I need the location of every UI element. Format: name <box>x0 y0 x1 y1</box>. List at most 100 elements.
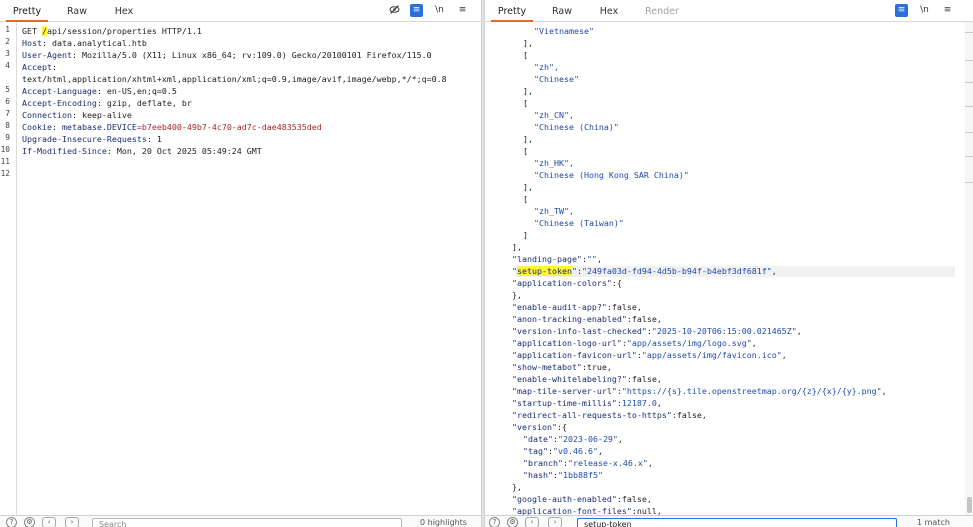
line-number: 2 <box>5 37 10 46</box>
response-line: ] <box>523 229 528 241</box>
code-token: "google-auth-enabled" <box>512 494 617 504</box>
code-token: "Chinese (Hong Kong SAR China)" <box>534 170 689 180</box>
request-tab-pretty[interactable]: Pretty <box>6 0 48 22</box>
code-token: "zh_CN", <box>534 110 574 120</box>
code-token: :{ <box>556 422 567 432</box>
code-token: [ <box>523 146 528 156</box>
response-match-count: 1 match <box>917 518 950 527</box>
code-token: "release-x.46.x" <box>567 458 648 468</box>
code-token: : keep-alive <box>71 110 132 120</box>
response-line: "google-auth-enabled":false, <box>512 493 652 505</box>
code-token: "2023-06-29" <box>557 434 618 444</box>
code-token: , <box>881 386 887 396</box>
request-line: text/html,application/xhtml+xml,applicat… <box>22 73 447 85</box>
request-line: Host: data.analytical.htb <box>22 37 147 49</box>
code-token: "application-logo-url" <box>512 338 622 348</box>
code-token: api/session/properties HTTP/1.1 <box>46 26 202 36</box>
response-line: "Chinese" <box>534 73 579 85</box>
next-arrow[interactable]: › <box>65 517 79 527</box>
code-token: ], <box>523 86 533 96</box>
code-token: }, <box>512 482 522 492</box>
code-token: "branch" <box>523 458 563 468</box>
response-line: "anon-tracking-enabled":false, <box>512 313 662 325</box>
code-token: [ <box>523 50 528 60</box>
code-token: : gzip, deflate, br <box>96 98 192 108</box>
gear-icon[interactable]: ⚙ <box>507 517 518 527</box>
newline-toggle[interactable]: \n <box>433 4 446 17</box>
request-line: Cookie: metabase.DEVICE=b7eeb400-49b7-4c… <box>22 121 322 133</box>
code-token: "redirect-all-requests-to-https" <box>512 410 672 420</box>
code-token: "app/assets/img/favicon.ico" <box>641 350 782 360</box>
scroll-marker <box>965 182 973 183</box>
code-token: Cookie <box>22 122 52 132</box>
next-arrow[interactable]: › <box>548 517 562 527</box>
request-editor[interactable]: 1 2 3 4 5 6 7 8 9 10 11 12 GET /api/session/propert… <box>0 22 481 515</box>
code-token: ], <box>523 38 533 48</box>
code-token: , <box>597 446 603 456</box>
code-token: "enable-whitelabeling?" <box>512 374 627 384</box>
menu-icon[interactable]: ≡ <box>456 4 469 17</box>
response-tab-hex[interactable]: Hex <box>589 0 629 22</box>
line-number: 11 <box>0 157 10 166</box>
menu-icon[interactable]: ≡ <box>941 4 954 17</box>
response-search-input[interactable]: setup-token <box>577 518 897 527</box>
request-pane: Pretty Raw Hex ≡ \n ≡ 1 2 3 4 5 6 7 8 9 10 11 12 GE… <box>0 0 481 527</box>
response-line: [ <box>523 49 528 61</box>
scroll-thumb[interactable] <box>967 497 972 513</box>
eye-slash-icon[interactable] <box>388 4 401 17</box>
code-token: "date" <box>523 434 553 444</box>
response-editor[interactable]: "Vietnamese"], ["zh", "Chinese"], ["zh_CN",… <box>485 22 973 516</box>
previous-arrow[interactable]: ‹ <box>42 517 56 527</box>
line-number: 9 <box>5 133 10 142</box>
help-icon[interactable]: ? <box>6 517 17 527</box>
response-line: "redirect-all-requests-to-https":false, <box>512 409 707 421</box>
code-token: ], <box>523 182 533 192</box>
response-line: "zh_HK", <box>534 157 574 169</box>
wrap-icon[interactable]: ≡ <box>410 4 423 17</box>
response-line: "zh_CN", <box>534 109 574 121</box>
response-tab-pretty[interactable]: Pretty <box>491 0 533 22</box>
line-number: 3 <box>5 49 10 58</box>
response-tab-raw[interactable]: Raw <box>542 0 582 22</box>
response-search-bar: ? ⚙ ‹ › setup-token 1 match <box>485 515 973 527</box>
request-line: Accept: <box>22 61 57 73</box>
previous-arrow[interactable]: ‹ <box>525 517 539 527</box>
help-icon[interactable]: ? <box>489 517 500 527</box>
code-token: :false, <box>626 314 662 324</box>
request-search-input[interactable]: Search <box>92 518 402 527</box>
scroll-marker <box>965 60 973 61</box>
code-token: , <box>796 326 802 336</box>
code-token: , <box>617 434 623 444</box>
response-line: "Vietnamese" <box>534 25 594 37</box>
code-token: "zh_TW", <box>534 206 574 216</box>
code-token: : Mon, 20 Oct 2025 05:49:24 GMT <box>106 146 262 156</box>
response-tab-render[interactable]: Render <box>640 0 684 22</box>
request-tab-hex[interactable]: Hex <box>104 0 144 22</box>
gear-icon[interactable]: ⚙ <box>24 517 35 527</box>
request-line: GET /api/session/properties HTTP/1.1 <box>22 25 202 37</box>
response-line: "version-info-last-checked":"2025-10-20T… <box>512 325 802 337</box>
wrap-icon[interactable]: ≡ <box>895 4 908 17</box>
response-line: "version":{ <box>512 421 567 433</box>
line-number: 7 <box>5 109 10 118</box>
scroll-marker <box>965 106 973 107</box>
response-scrollbar[interactable] <box>965 22 973 515</box>
code-token: ], <box>523 134 533 144</box>
code-token: ] <box>523 230 528 240</box>
response-pane: Pretty Raw Hex Render ≡ \n ≡ "Vietnamese… <box>485 0 973 527</box>
code-token: =b7eeb400-49b7-4c70-ad7c-dae483535ded <box>136 122 322 132</box>
response-line: "zh", <box>534 61 559 73</box>
newline-toggle[interactable]: \n <box>918 4 931 17</box>
code-token: "Chinese (China)" <box>534 122 619 132</box>
request-tab-raw[interactable]: Raw <box>57 0 97 22</box>
request-line: Connection: keep-alive <box>22 109 132 121</box>
code-token: "https://{s}.tile.openstreetmap.org/{z}/… <box>621 386 882 396</box>
response-line: "map-tile-server-url":"https://{s}.tile.… <box>512 385 887 397</box>
response-line: "hash":"1bb88f5" <box>523 469 603 481</box>
line-number: 8 <box>5 121 10 130</box>
line-number: 4 <box>5 61 10 70</box>
request-line: Accept-Language: en-US,en;q=0.5 <box>22 85 177 97</box>
response-line: [ <box>523 193 528 205</box>
code-token: Accept <box>22 62 52 72</box>
request-tab-bar: Pretty Raw Hex ≡ \n ≡ <box>0 0 481 22</box>
